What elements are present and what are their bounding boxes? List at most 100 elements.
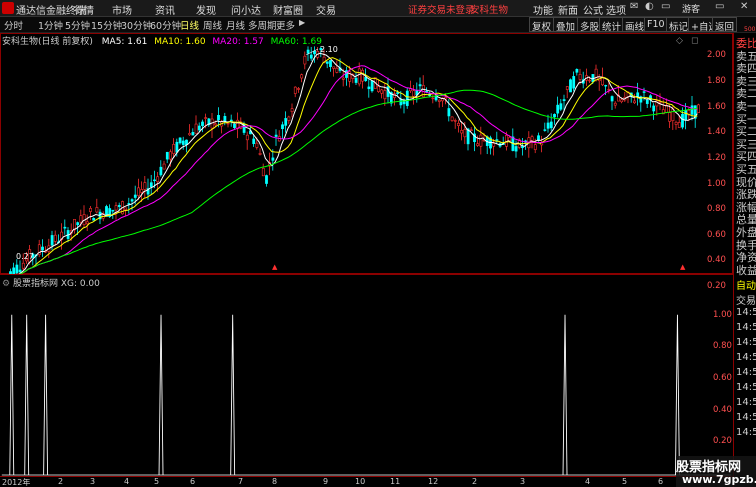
candle-body bbox=[169, 151, 172, 160]
candle-body bbox=[21, 262, 25, 269]
candle-body bbox=[41, 246, 44, 251]
candle-body bbox=[124, 207, 128, 211]
period-more[interactable]: 更多 bbox=[276, 18, 295, 32]
watermark: 股票指标网 www.7gpzb.com bbox=[676, 456, 756, 487]
event-marker-icon[interactable]: ▲ bbox=[272, 263, 278, 271]
restore-icon[interactable]: ▭ bbox=[715, 1, 724, 12]
indicator-chart[interactable] bbox=[0, 274, 733, 476]
candle-body bbox=[293, 86, 297, 94]
menu-hangqing[interactable]: 行情 bbox=[74, 2, 94, 17]
candle-body bbox=[495, 139, 499, 141]
candle-body bbox=[450, 116, 454, 121]
candle-body bbox=[431, 97, 435, 100]
candle-body bbox=[92, 217, 96, 221]
candle-body bbox=[492, 143, 496, 147]
menu-gongshi[interactable]: 公式 bbox=[583, 2, 603, 17]
candle-body bbox=[677, 122, 681, 128]
user-label[interactable]: 游客 bbox=[682, 2, 700, 15]
candle-body bbox=[197, 125, 201, 131]
period-daily[interactable]: 日线 bbox=[180, 18, 199, 32]
candle-body bbox=[287, 116, 291, 121]
chart-expand-icon[interactable]: ◻ bbox=[691, 36, 698, 46]
period-multi[interactable]: 多周期 bbox=[248, 18, 277, 32]
candle-body bbox=[364, 76, 368, 82]
date-tick: 5 bbox=[622, 477, 628, 486]
kline-chart[interactable]: ▲ ▲ bbox=[0, 33, 733, 274]
candle-body bbox=[697, 104, 700, 113]
menu-faxian[interactable]: 发现 bbox=[196, 2, 216, 17]
candle-body bbox=[613, 102, 617, 106]
btn-tongji[interactable]: 统计 bbox=[599, 17, 625, 33]
panel-top-mark: 500 bbox=[744, 26, 756, 33]
candle-body bbox=[95, 207, 99, 213]
menu-xinmian[interactable]: 新面 bbox=[558, 2, 578, 17]
candle-body bbox=[681, 113, 684, 128]
candle-body bbox=[479, 134, 483, 147]
period-15min[interactable]: 15分钟 bbox=[91, 18, 122, 32]
candle-body bbox=[633, 100, 636, 104]
menu-gongneng[interactable]: 功能 bbox=[533, 2, 553, 17]
candle-body bbox=[201, 121, 204, 126]
menu-wenxiaoda[interactable]: 问小达 bbox=[231, 2, 261, 17]
signal-spike bbox=[675, 314, 680, 476]
btn-diejia[interactable]: 叠加 bbox=[553, 17, 579, 33]
btn-back[interactable]: 返回 bbox=[712, 17, 738, 33]
price-tick: 1.20 bbox=[707, 153, 726, 163]
ma60-value: MA60: 1.69 bbox=[270, 37, 322, 47]
period-5min[interactable]: 5分钟 bbox=[65, 18, 90, 32]
minimize-icon[interactable]: ▭ bbox=[661, 1, 670, 12]
period-fenshi[interactable]: 分时 bbox=[4, 18, 23, 32]
more-chevron-icon[interactable]: ▶ bbox=[299, 18, 305, 27]
period-monthly[interactable]: 月线 bbox=[226, 18, 245, 32]
trade-time-row: 14:56 bbox=[736, 382, 756, 393]
trade-time-row: 自动 bbox=[736, 281, 756, 292]
chart-options-icon[interactable]: ◇ bbox=[676, 36, 683, 46]
btn-fuquan[interactable]: 复权 bbox=[529, 17, 555, 33]
candle-body bbox=[607, 88, 611, 91]
date-tick: 6 bbox=[190, 477, 196, 486]
message-icon[interactable]: ✉ bbox=[630, 1, 638, 12]
trade-login-notice[interactable]: 证券交易未登录 bbox=[408, 2, 475, 16]
period-60min[interactable]: 60分钟 bbox=[150, 18, 181, 32]
candle-body bbox=[533, 144, 537, 150]
candle-body bbox=[15, 264, 19, 274]
date-tick: 7 bbox=[238, 477, 244, 486]
candle-body bbox=[620, 99, 624, 103]
candle-body bbox=[652, 105, 656, 112]
candle-body bbox=[530, 136, 534, 141]
menu-shichang[interactable]: 市场 bbox=[112, 2, 132, 17]
menu-zixun[interactable]: 资讯 bbox=[155, 2, 175, 17]
candle-body bbox=[354, 77, 358, 83]
skin-icon[interactable]: ◐ bbox=[645, 1, 654, 12]
price-tick: 2.00 bbox=[707, 50, 726, 60]
candle-body bbox=[156, 176, 160, 182]
menu-caifuquan[interactable]: 财富圈 bbox=[273, 2, 303, 17]
menu-xuanxiang[interactable]: 选项 bbox=[606, 2, 626, 17]
menu-jiaoyi[interactable]: 交易 bbox=[316, 2, 336, 17]
candle-body bbox=[556, 104, 560, 114]
candle-body bbox=[418, 84, 422, 87]
event-marker-icon[interactable]: ▲ bbox=[680, 263, 686, 271]
close-icon[interactable]: ✕ bbox=[740, 1, 748, 12]
candle-body bbox=[114, 205, 118, 211]
period-weekly[interactable]: 周线 bbox=[203, 18, 222, 32]
candle-body bbox=[284, 118, 288, 126]
price-tick: 0.60 bbox=[707, 230, 726, 240]
candle-body bbox=[668, 112, 672, 122]
period-1min[interactable]: 1分钟 bbox=[38, 18, 63, 32]
candle-body bbox=[159, 166, 163, 176]
price-tick: 1.60 bbox=[707, 102, 726, 112]
price-tick: 0.80 bbox=[707, 204, 726, 214]
indicator-gear-icon[interactable]: ⚙ bbox=[2, 279, 10, 289]
candle-body bbox=[165, 151, 169, 160]
candle-body bbox=[300, 74, 304, 79]
candle-body bbox=[476, 143, 480, 146]
btn-f10[interactable]: F10 bbox=[644, 17, 668, 32]
price-tick: 1.00 bbox=[707, 179, 726, 189]
candle-body bbox=[153, 179, 156, 182]
candle-body bbox=[572, 76, 576, 89]
indicator-tick: 0.20 bbox=[713, 436, 732, 446]
candle-body bbox=[383, 90, 387, 100]
high-price-label: 2.10 bbox=[320, 45, 338, 54]
period-30min[interactable]: 30分钟 bbox=[121, 18, 152, 32]
